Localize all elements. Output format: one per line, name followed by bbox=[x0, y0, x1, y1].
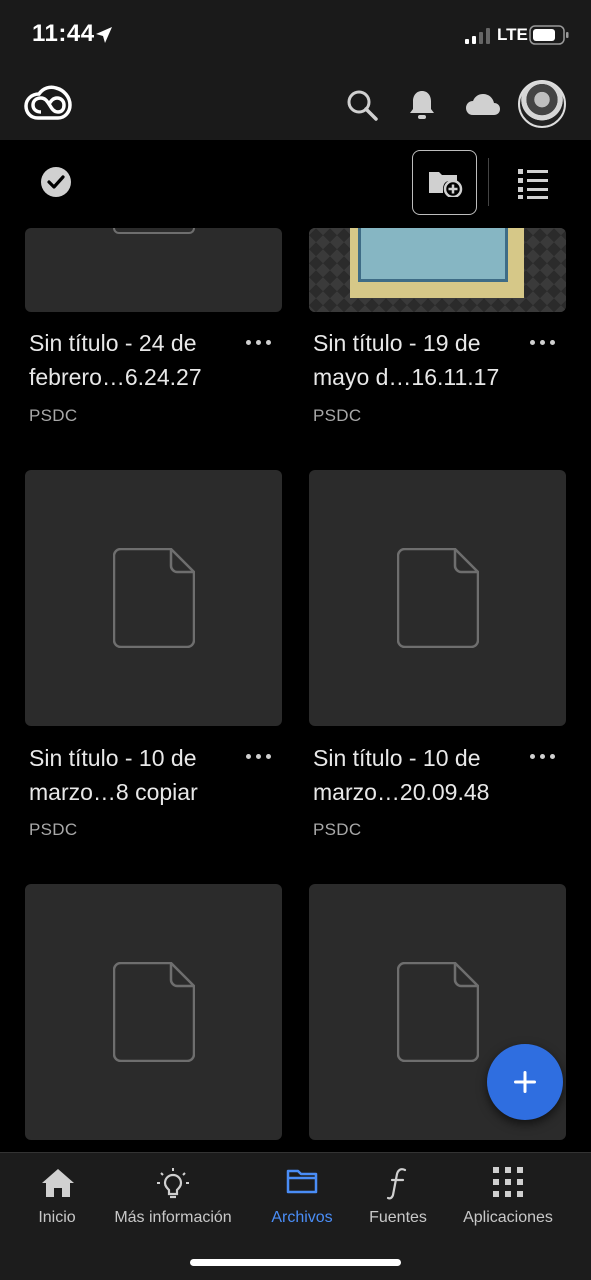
toolbar-divider bbox=[488, 158, 489, 206]
status-time: 11:44 bbox=[32, 20, 95, 47]
add-button[interactable] bbox=[487, 1044, 563, 1120]
nav-label: Inicio bbox=[38, 1209, 76, 1226]
signal-icon bbox=[465, 28, 490, 44]
nav-item-fuentes[interactable]: Fuentes bbox=[362, 1153, 434, 1243]
toolbar bbox=[0, 140, 591, 228]
network-type: LTE bbox=[497, 25, 528, 44]
file-type: PSDC bbox=[29, 820, 78, 839]
list-view-icon[interactable] bbox=[516, 166, 550, 200]
file-thumbnail[interactable] bbox=[25, 228, 282, 312]
file-type: PSDC bbox=[313, 406, 362, 425]
nav-item-aplicaciones[interactable]: Aplicaciones bbox=[456, 1153, 560, 1243]
file-card[interactable] bbox=[25, 884, 282, 1152]
file-type: PSDC bbox=[29, 406, 78, 425]
avatar[interactable] bbox=[518, 80, 566, 128]
battery-icon bbox=[529, 25, 569, 45]
new-folder-icon bbox=[429, 172, 463, 197]
file-title: Sin título - 24 de febrero…6.24.27 bbox=[29, 330, 202, 390]
nav-item-mas-informacion[interactable]: Más información bbox=[110, 1153, 236, 1243]
nav-item-archivos[interactable]: Archivos bbox=[264, 1153, 340, 1243]
location-arrow-icon bbox=[96, 27, 112, 43]
file-type: PSDC bbox=[313, 820, 362, 839]
file-thumbnail[interactable] bbox=[309, 228, 566, 312]
nav-label: Archivos bbox=[271, 1209, 333, 1226]
file-card[interactable]: Sin título - 10 de marzo…20.09.48 PSDC bbox=[309, 470, 566, 850]
document-icon bbox=[397, 548, 479, 648]
nav-item-inicio[interactable]: Inicio bbox=[22, 1153, 92, 1243]
search-icon[interactable] bbox=[345, 88, 379, 122]
status-bar: 11:44 LTE bbox=[0, 0, 591, 70]
file-thumbnail[interactable] bbox=[25, 884, 282, 1140]
more-options-button[interactable] bbox=[528, 332, 558, 352]
font-f-icon bbox=[386, 1168, 407, 1200]
home-icon bbox=[42, 1169, 74, 1197]
file-card[interactable]: Sin título - 19 de mayo d…16.11.17 PSDC bbox=[309, 228, 566, 448]
app-screen: 11:44 LTE Sin título - 24 de febrero…6.2… bbox=[0, 0, 591, 1280]
file-card[interactable]: Sin título - 10 de marzo…8 copiar PSDC bbox=[25, 470, 282, 850]
bell-icon[interactable] bbox=[405, 88, 439, 122]
cloud-icon[interactable] bbox=[464, 88, 502, 122]
select-check-icon[interactable] bbox=[40, 166, 72, 198]
document-icon bbox=[397, 962, 479, 1062]
document-icon bbox=[113, 228, 195, 234]
file-thumbnail[interactable] bbox=[309, 470, 566, 726]
file-card[interactable]: Sin título - 24 de febrero…6.24.27 PSDC bbox=[25, 228, 282, 448]
document-icon bbox=[113, 962, 195, 1062]
lightbulb-icon bbox=[157, 1168, 189, 1199]
more-options-button[interactable] bbox=[528, 746, 558, 766]
nav-label: Fuentes bbox=[369, 1209, 427, 1226]
artwork-preview bbox=[309, 228, 566, 312]
grid-apps-icon bbox=[493, 1167, 523, 1197]
file-title: Sin título - 10 de marzo…8 copiar bbox=[29, 745, 198, 805]
more-options-button[interactable] bbox=[244, 332, 274, 352]
app-header bbox=[0, 70, 591, 140]
file-title: Sin título - 19 de mayo d…16.11.17 bbox=[313, 330, 500, 390]
nav-label: Más información bbox=[114, 1209, 232, 1226]
document-icon bbox=[113, 548, 195, 648]
file-title: Sin título - 10 de marzo…20.09.48 bbox=[313, 745, 490, 805]
more-options-button[interactable] bbox=[244, 746, 274, 766]
file-thumbnail[interactable] bbox=[25, 470, 282, 726]
file-grid: Sin título - 24 de febrero…6.24.27 PSDC … bbox=[0, 228, 591, 1152]
folder-icon bbox=[286, 1169, 318, 1194]
home-indicator[interactable] bbox=[190, 1259, 401, 1266]
creative-cloud-logo[interactable] bbox=[24, 84, 72, 124]
nav-label: Aplicaciones bbox=[463, 1209, 553, 1226]
plus-icon bbox=[514, 1071, 536, 1093]
new-folder-button[interactable] bbox=[412, 150, 477, 215]
